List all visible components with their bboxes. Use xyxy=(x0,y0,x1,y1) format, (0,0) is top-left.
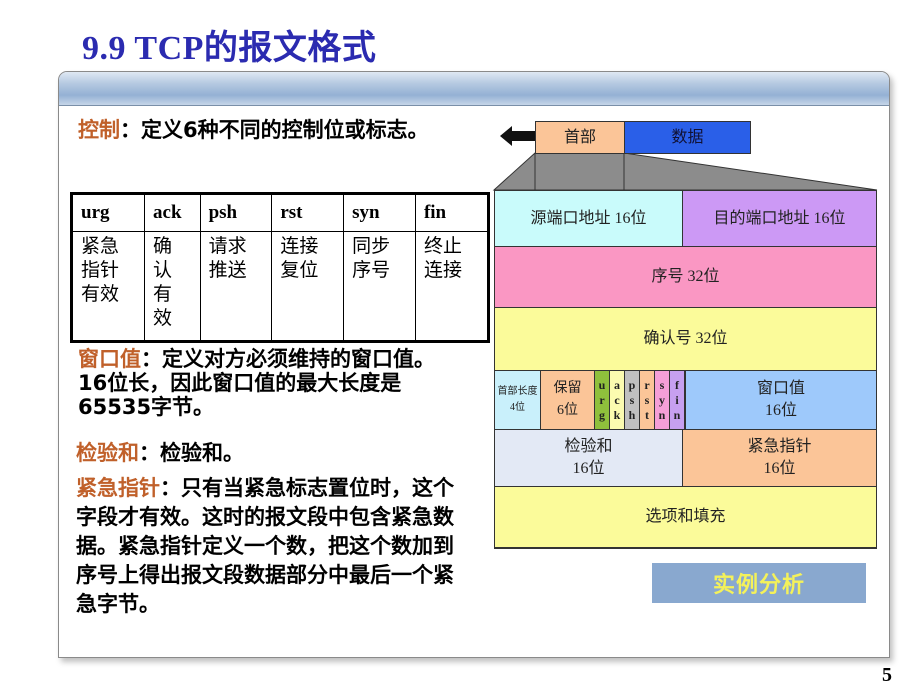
checksum-field: 检验和 16位 xyxy=(494,429,683,487)
source-port-field: 源端口地址 16位 xyxy=(494,190,683,247)
flag-letter: u xyxy=(598,377,606,392)
flag-letter: r xyxy=(599,392,605,407)
flag-letter: s xyxy=(629,392,635,407)
window-size-field: 窗口值 16位 xyxy=(685,370,877,430)
header-length-field: 首部长度 4位 xyxy=(494,370,541,430)
flag-letter: k xyxy=(613,407,621,422)
flag-bit-syn: syn xyxy=(654,370,670,430)
flag-letter: p xyxy=(628,377,636,392)
flag-letter: y xyxy=(659,392,665,407)
sequence-number-field: 序号 32位 xyxy=(494,246,877,308)
urgent-pointer-field: 紧急指针 16位 xyxy=(682,429,877,487)
example-analysis-button[interactable]: 实例分析 xyxy=(652,563,866,603)
flag-letter: c xyxy=(614,392,620,407)
flag-letter: g xyxy=(599,407,605,422)
flag-letter: r xyxy=(644,377,650,392)
flag-letter: f xyxy=(675,377,679,392)
flag-bit-urg: urg xyxy=(594,370,610,430)
flag-letter: h xyxy=(628,407,636,422)
ack-number-field: 确认号 32位 xyxy=(494,307,877,371)
flag-letter: n xyxy=(658,407,666,422)
flag-bit-fin: fin xyxy=(669,370,685,430)
flag-letter: s xyxy=(659,377,665,392)
flag-letter: i xyxy=(675,392,679,407)
flag-letter: t xyxy=(645,407,649,422)
flag-letter: n xyxy=(673,407,681,422)
segment-data-block: 数据 xyxy=(624,121,751,154)
destination-port-field: 目的端口地址 16位 xyxy=(682,190,877,247)
page-number: 5 xyxy=(882,664,892,686)
flag-bit-psh: psh xyxy=(624,370,640,430)
flag-letter: s xyxy=(644,392,650,407)
flag-bit-ack: ack xyxy=(609,370,625,430)
flag-letter: a xyxy=(614,377,620,392)
options-padding-field: 选项和填充 xyxy=(494,486,877,549)
reserved-field: 保留 6位 xyxy=(540,370,595,430)
segment-header-block: 首部 xyxy=(535,121,625,154)
flag-bit-rst: rst xyxy=(639,370,655,430)
